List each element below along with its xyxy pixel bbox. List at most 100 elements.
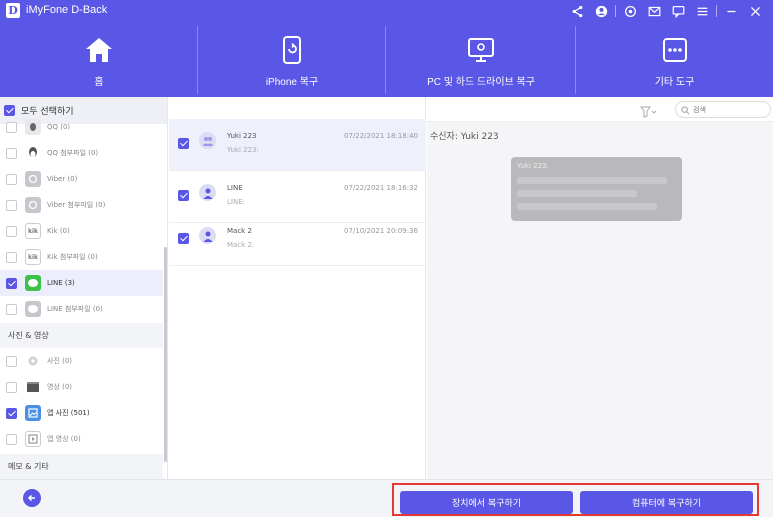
settings-icon[interactable] (618, 2, 642, 20)
list-item[interactable]: Yuki 223 Yuki 223: 07/22/2021 18:18:40 (169, 119, 426, 171)
checkbox[interactable] (6, 355, 17, 367)
blurred-text (517, 203, 657, 210)
checkbox[interactable] (6, 303, 17, 315)
bubble-sender: Yuki 223: (517, 162, 549, 170)
chat-icon[interactable] (666, 2, 690, 20)
account-icon[interactable] (589, 2, 613, 20)
blurred-text (517, 190, 637, 197)
minimize-icon[interactable] (719, 2, 743, 20)
checkbox[interactable] (6, 173, 17, 185)
video-icon (25, 379, 41, 395)
message-list: Yuki 223 Yuki 223: 07/22/2021 18:18:40 L… (169, 97, 426, 479)
sidebar-item-line[interactable]: LINE (3) (0, 270, 163, 296)
nav-iphone-recover-label: iPhone 복구 (265, 77, 319, 88)
share-icon[interactable] (565, 2, 589, 20)
group-avatar-icon (199, 132, 216, 149)
sidebar-item-label: 영상 (0) (47, 383, 73, 391)
sidebar-item-label: LINE (3) (47, 279, 75, 287)
sidebar-item-label: LINE 첨부파일 (0) (47, 305, 103, 313)
title-bar: D iMyFone D-Back (0, 0, 773, 22)
message-time: 07/10/2021 20:09:36 (343, 227, 418, 235)
arrow-left-icon (27, 494, 35, 502)
recover-to-computer-button[interactable]: 컴퓨터에 복구하기 (580, 491, 753, 514)
nav-home[interactable]: 홈 (0, 22, 198, 97)
window-controls (565, 2, 767, 20)
user-avatar-icon (199, 227, 216, 244)
message-detail: 수신자: Yuki 223 Yuki 223: (427, 97, 773, 479)
main-nav: 홈 iPhone 복구 PC 및 하드 드라이브 복구 기타 도구 (0, 22, 773, 97)
qq-icon (25, 119, 41, 135)
nav-pc-recover[interactable]: PC 및 하드 드라이브 복구 (386, 22, 576, 97)
select-all-label: 모두 선택하기 (21, 107, 74, 117)
nav-home-label: 홈 (94, 77, 104, 88)
nav-more-tools-label: 기타 도구 (654, 77, 695, 88)
category-sidebar: 모두 선택하기 QQ (0) QQ 첨부파일 (0) Viber (0) Vib… (0, 97, 168, 479)
search-icon (681, 100, 690, 119)
checkbox[interactable] (178, 233, 189, 244)
message-bubble: Yuki 223: (511, 157, 682, 221)
checkbox[interactable] (6, 277, 17, 289)
sidebar-scrollbar[interactable] (164, 247, 167, 462)
checkbox[interactable] (6, 381, 17, 393)
select-all-checkbox[interactable] (4, 105, 15, 116)
more-tools-icon (662, 36, 688, 64)
sidebar-item-label: Kik 첨부파일 (0) (47, 253, 98, 261)
search-input[interactable] (693, 105, 763, 114)
home-icon (84, 36, 114, 64)
app-logo: D (6, 3, 20, 18)
checkbox[interactable] (6, 147, 17, 159)
list-item[interactable]: Mack 2 Mack 2: 07/10/2021 20:09:36 (169, 214, 426, 266)
sidebar-item-line-attachments[interactable]: LINE 첨부파일 (0) (0, 296, 163, 322)
menu-icon[interactable] (690, 2, 714, 20)
message-time: 07/22/2021 18:16:32 (343, 184, 418, 192)
checkbox[interactable] (6, 251, 17, 263)
checkbox[interactable] (6, 121, 17, 133)
sidebar-item-kik[interactable]: kik Kik (0) (0, 218, 163, 244)
checkbox[interactable] (6, 407, 17, 419)
checkbox[interactable] (6, 225, 17, 237)
message-name: LINE (227, 184, 243, 192)
qq-icon (25, 145, 41, 161)
kik-icon: kik (25, 249, 41, 265)
mail-icon[interactable] (642, 2, 666, 20)
sidebar-item-app-videos[interactable]: 앱 영상 (0) (0, 426, 163, 452)
sidebar-item-videos[interactable]: 영상 (0) (0, 374, 163, 400)
user-avatar-icon (199, 184, 216, 201)
search-box[interactable] (675, 101, 771, 118)
sidebar-item-viber[interactable]: Viber (0) (0, 166, 163, 192)
sidebar-item-kik-attachments[interactable]: kik Kik 첨부파일 (0) (0, 244, 163, 270)
sidebar-item-label: QQ 첨부파일 (0) (47, 149, 99, 157)
back-button[interactable] (23, 489, 41, 507)
nav-iphone-recover[interactable]: iPhone 복구 (198, 22, 386, 97)
message-time: 07/22/2021 18:18:40 (343, 132, 418, 140)
category-photo-video: 사진 & 영상 (0, 323, 163, 348)
sidebar-item-label: 앱 영상 (0) (47, 435, 81, 443)
detail-toolbar (427, 97, 773, 122)
sidebar-item-label: QQ (0) (47, 123, 71, 131)
message-name: Yuki 223 (227, 132, 257, 140)
sidebar-item-qq[interactable]: QQ (0) (0, 117, 163, 137)
photo-icon (25, 353, 41, 369)
checkbox[interactable] (6, 433, 17, 445)
category-memo-other: 메모 & 기타 (0, 454, 163, 479)
sidebar-item-app-photos[interactable]: 앱 사진 (501) (0, 400, 163, 426)
viber-icon (25, 171, 41, 187)
app-title: iMyFone D-Back (26, 4, 108, 16)
line-icon (25, 301, 41, 317)
close-icon[interactable] (743, 2, 767, 20)
sidebar-item-qq-attachments[interactable]: QQ 첨부파일 (0) (0, 140, 163, 166)
blurred-text (517, 177, 667, 184)
sidebar-item-photos[interactable]: 사진 (0) (0, 348, 163, 374)
app-video-icon (25, 431, 41, 447)
nav-more-tools[interactable]: 기타 도구 (576, 22, 773, 97)
recover-to-device-button[interactable]: 장치에서 복구하기 (400, 491, 573, 514)
kik-icon: kik (25, 223, 41, 239)
checkbox[interactable] (6, 199, 17, 211)
checkbox[interactable] (178, 138, 189, 149)
message-preview: Yuki 223: (227, 146, 259, 154)
recover-buttons-highlight: 장치에서 복구하기 컴퓨터에 복구하기 (392, 483, 759, 516)
filter-icon[interactable] (640, 103, 657, 122)
checkbox[interactable] (178, 190, 189, 201)
message-preview: Mack 2: (227, 241, 255, 249)
sidebar-item-viber-attachments[interactable]: Viber 첨부파일 (0) (0, 192, 163, 218)
